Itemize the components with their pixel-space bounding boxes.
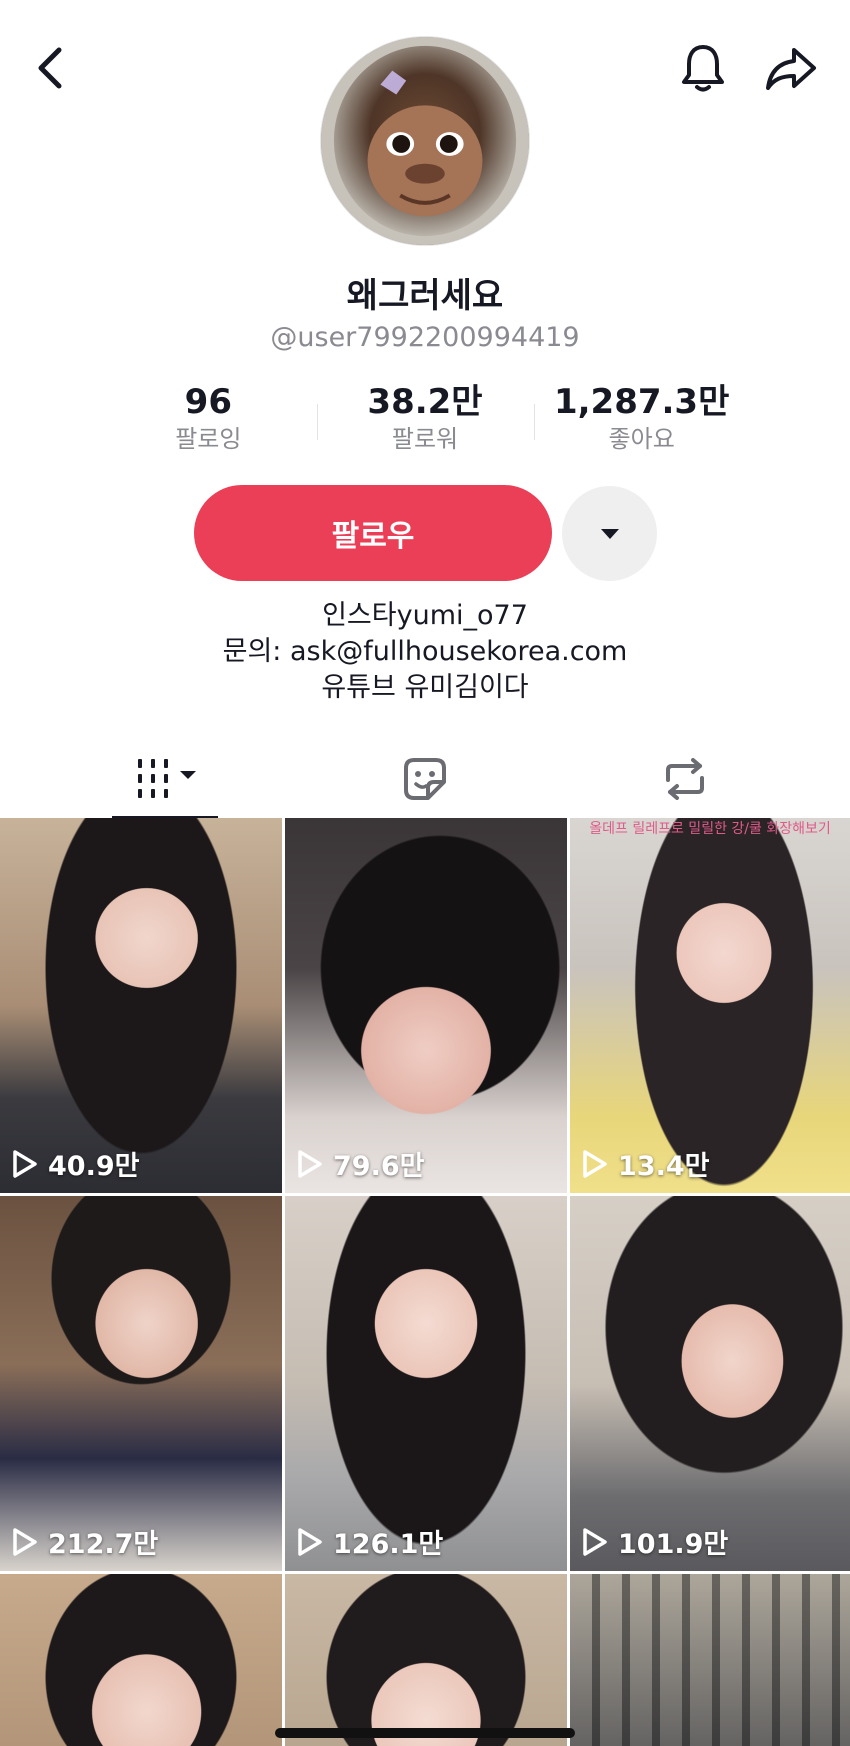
thumbnail-image (570, 1574, 850, 1746)
profile-tabs (0, 740, 850, 820)
view-count: 79.6만 (297, 1144, 424, 1183)
caret-down-icon (600, 528, 619, 539)
follow-button[interactable]: 팔로우 (194, 485, 552, 581)
video-grid: 40.9만 79.6만 올데프 릴레프로 밀릴한 강/쿨 화장해보기 13.4만… (0, 818, 850, 1746)
thumbnail-image (570, 818, 850, 1193)
grid-bars-icon (138, 759, 196, 798)
chevron-left-icon (38, 47, 62, 89)
tab-liked[interactable] (380, 740, 470, 818)
play-outline-icon (13, 1149, 37, 1178)
tab-reposts[interactable] (640, 740, 730, 818)
video-thumbnail[interactable] (0, 1574, 282, 1746)
view-count: 126.1만 (297, 1522, 443, 1561)
notification-bell-button[interactable] (672, 36, 734, 100)
display-name: 왜그러세요 (346, 276, 504, 316)
thumbnail-image (0, 1574, 282, 1746)
view-count: 212.7만 (12, 1522, 158, 1561)
likes-count: 1,287.3만 (553, 382, 730, 422)
play-outline-icon (583, 1149, 607, 1178)
thumbnail-image (570, 1196, 850, 1571)
profile-avatar[interactable] (320, 36, 530, 246)
bell-icon (682, 45, 724, 92)
view-count: 101.9만 (582, 1522, 728, 1561)
video-thumbnail[interactable]: 212.7만 (0, 1196, 282, 1571)
repost-icon (666, 758, 704, 800)
video-thumbnail[interactable] (570, 1574, 850, 1746)
followers-count: 38.2만 (367, 382, 483, 422)
play-outline-icon (298, 1149, 322, 1178)
play-outline-icon (583, 1527, 607, 1556)
view-count-text: 13.4만 (618, 1151, 710, 1182)
home-indicator[interactable] (275, 1728, 575, 1738)
view-count: 13.4만 (582, 1144, 709, 1183)
tab-videos[interactable] (112, 740, 218, 818)
view-count-text: 101.9만 (618, 1529, 729, 1560)
bio-line: 유튜브 유미김이다 (321, 672, 529, 703)
followers-label: 팔로워 (391, 425, 459, 453)
stat-following[interactable]: 96 팔로잉 (100, 382, 317, 462)
view-count-text: 40.9만 (48, 1151, 140, 1182)
monkey-avatar-image (321, 37, 529, 245)
back-button[interactable] (22, 38, 78, 98)
thumbnail-image (0, 1196, 282, 1571)
likes-label: 좋아요 (608, 425, 675, 453)
view-count-text: 126.1만 (333, 1529, 444, 1560)
stat-likes[interactable]: 1,287.3만 좋아요 (533, 382, 750, 462)
thumbnail-image (285, 1196, 567, 1571)
share-button[interactable] (758, 38, 824, 100)
bio-line: 문의: ask@fullhousekorea.com (222, 636, 628, 667)
video-thumbnail[interactable]: 40.9만 (0, 818, 282, 1193)
sticker-icon (404, 758, 446, 800)
video-thumbnail[interactable]: 79.6만 (285, 818, 567, 1193)
video-thumbnail[interactable]: 올데프 릴레프로 밀릴한 강/쿨 화장해보기 13.4만 (570, 818, 850, 1193)
view-count-text: 79.6만 (333, 1151, 425, 1182)
view-count-text: 212.7만 (48, 1529, 159, 1560)
following-count: 96 (184, 382, 232, 422)
suggested-accounts-dropdown-button[interactable] (562, 486, 657, 581)
username-handle: @user7992200994419 (270, 322, 580, 353)
video-thumbnail[interactable]: 101.9만 (570, 1196, 850, 1571)
following-label: 팔로잉 (175, 425, 242, 453)
bio-line: 인스타yumi_o77 (322, 600, 528, 631)
play-outline-icon (298, 1527, 322, 1556)
stat-followers[interactable]: 38.2만 팔로워 (317, 382, 534, 462)
thumbnail-image (0, 818, 282, 1193)
thumbnail-image (285, 1574, 567, 1746)
video-thumbnail[interactable] (285, 1574, 567, 1746)
play-outline-icon (13, 1527, 37, 1556)
video-caption-overlay: 올데프 릴레프로 밀릴한 강/쿨 화장해보기 (589, 821, 831, 837)
view-count: 40.9만 (12, 1144, 139, 1183)
thumbnail-image (285, 818, 567, 1193)
video-thumbnail[interactable]: 126.1만 (285, 1196, 567, 1571)
profile-stats: 96 팔로잉 38.2만 팔로워 1,287.3만 좋아요 (100, 382, 750, 462)
share-arrow-icon (766, 48, 816, 90)
profile-bio: 인스타yumi_o77 문의: ask@fullhousekorea.com 유… (0, 598, 850, 706)
